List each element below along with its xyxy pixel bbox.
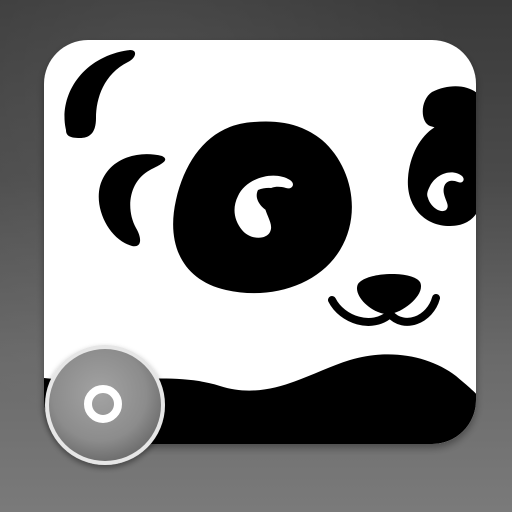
badge-button[interactable] [46,346,164,464]
